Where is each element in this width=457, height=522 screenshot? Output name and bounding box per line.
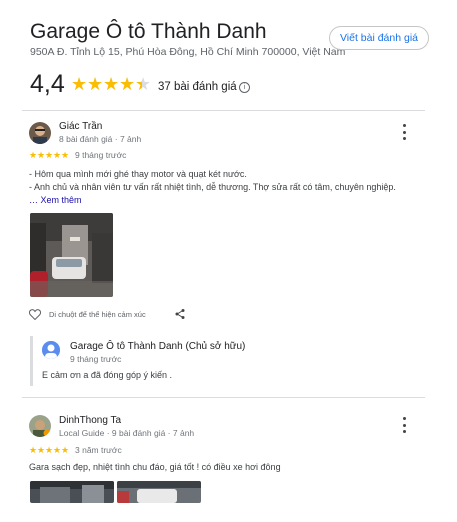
owner-reply-time: 9 tháng trước <box>70 354 122 364</box>
star-icon: ★ <box>29 150 38 160</box>
star-icon: ★ <box>103 74 120 94</box>
see-more-link[interactable]: … Xem thêm <box>29 195 82 205</box>
review-divider <box>22 397 425 398</box>
star-icon: ★ <box>37 445 46 455</box>
review-author-meta: Local Guide · 9 bài đánh giá · 7 ảnh <box>59 428 195 438</box>
star-half-icon: ★ <box>135 74 152 94</box>
review-photo[interactable] <box>30 213 113 297</box>
owner-reply-author: Garage Ô tô Thành Danh (Chủ sở hữu) <box>70 341 246 352</box>
heart-icon[interactable] <box>28 307 42 325</box>
star-icon: ★ <box>45 445 54 455</box>
star-icon: ★ <box>119 74 136 94</box>
star-icon: ★ <box>61 150 70 160</box>
more-vert-icon[interactable] <box>401 124 407 140</box>
info-icon[interactable]: i <box>239 82 250 93</box>
star-icon: ★ <box>71 74 88 94</box>
owner-reply-text: E cảm ơn a đã đóng góp ý kiến . <box>42 370 172 380</box>
place-address: 950A Đ. Tỉnh Lộ 15, Phú Hòa Đông, Hồ Chí… <box>30 46 346 58</box>
star-icon: ★ <box>87 74 104 94</box>
rating-score: 4,4 <box>30 70 65 98</box>
share-icon[interactable] <box>174 307 186 325</box>
review-author[interactable]: DinhThong Ta <box>59 415 121 426</box>
review-author-meta: 8 bài đánh giá · 7 ảnh <box>59 134 142 144</box>
rating-stars: ★ ★ ★ ★ ★ <box>71 75 151 93</box>
react-hint: Di chuột để thể hiện cảm xúc <box>49 310 146 319</box>
star-icon: ★ <box>61 445 70 455</box>
owner-avatar <box>42 341 60 359</box>
review-text-line: - Anh chủ và nhân viên tư vấn rất nhiệt … <box>29 182 396 192</box>
review-text-line: - Hôm qua mình mới ghé thay motor và quạ… <box>29 169 247 179</box>
see-more-label[interactable]: Xem thêm <box>41 195 82 205</box>
avatar[interactable] <box>29 415 51 437</box>
review-author[interactable]: Giác Trần <box>59 121 102 132</box>
review-photo[interactable] <box>30 481 114 503</box>
review-stars: ★ ★ ★ ★ ★ <box>29 151 69 160</box>
reply-indicator <box>30 336 33 386</box>
write-review-button[interactable]: Viết bài đánh giá <box>329 26 429 50</box>
star-icon: ★ <box>45 150 54 160</box>
more-vert-icon[interactable] <box>401 417 407 433</box>
review-count[interactable]: 37 bài đánh giá <box>158 81 237 93</box>
review-time: 3 năm trước <box>75 445 122 455</box>
review-photo[interactable] <box>117 481 201 503</box>
avatar[interactable] <box>29 122 51 144</box>
star-icon: ★ <box>53 445 62 455</box>
review-time: 9 tháng trước <box>75 150 127 160</box>
review-stars: ★ ★ ★ ★ ★ <box>29 446 69 455</box>
star-icon: ★ <box>37 150 46 160</box>
header-divider <box>22 110 425 111</box>
review-text: Gara sạch đẹp, nhiệt tình chu đáo, giá t… <box>29 462 281 472</box>
place-title: Garage Ô tô Thành Danh <box>30 20 267 43</box>
star-icon: ★ <box>29 445 38 455</box>
star-icon: ★ <box>53 150 62 160</box>
